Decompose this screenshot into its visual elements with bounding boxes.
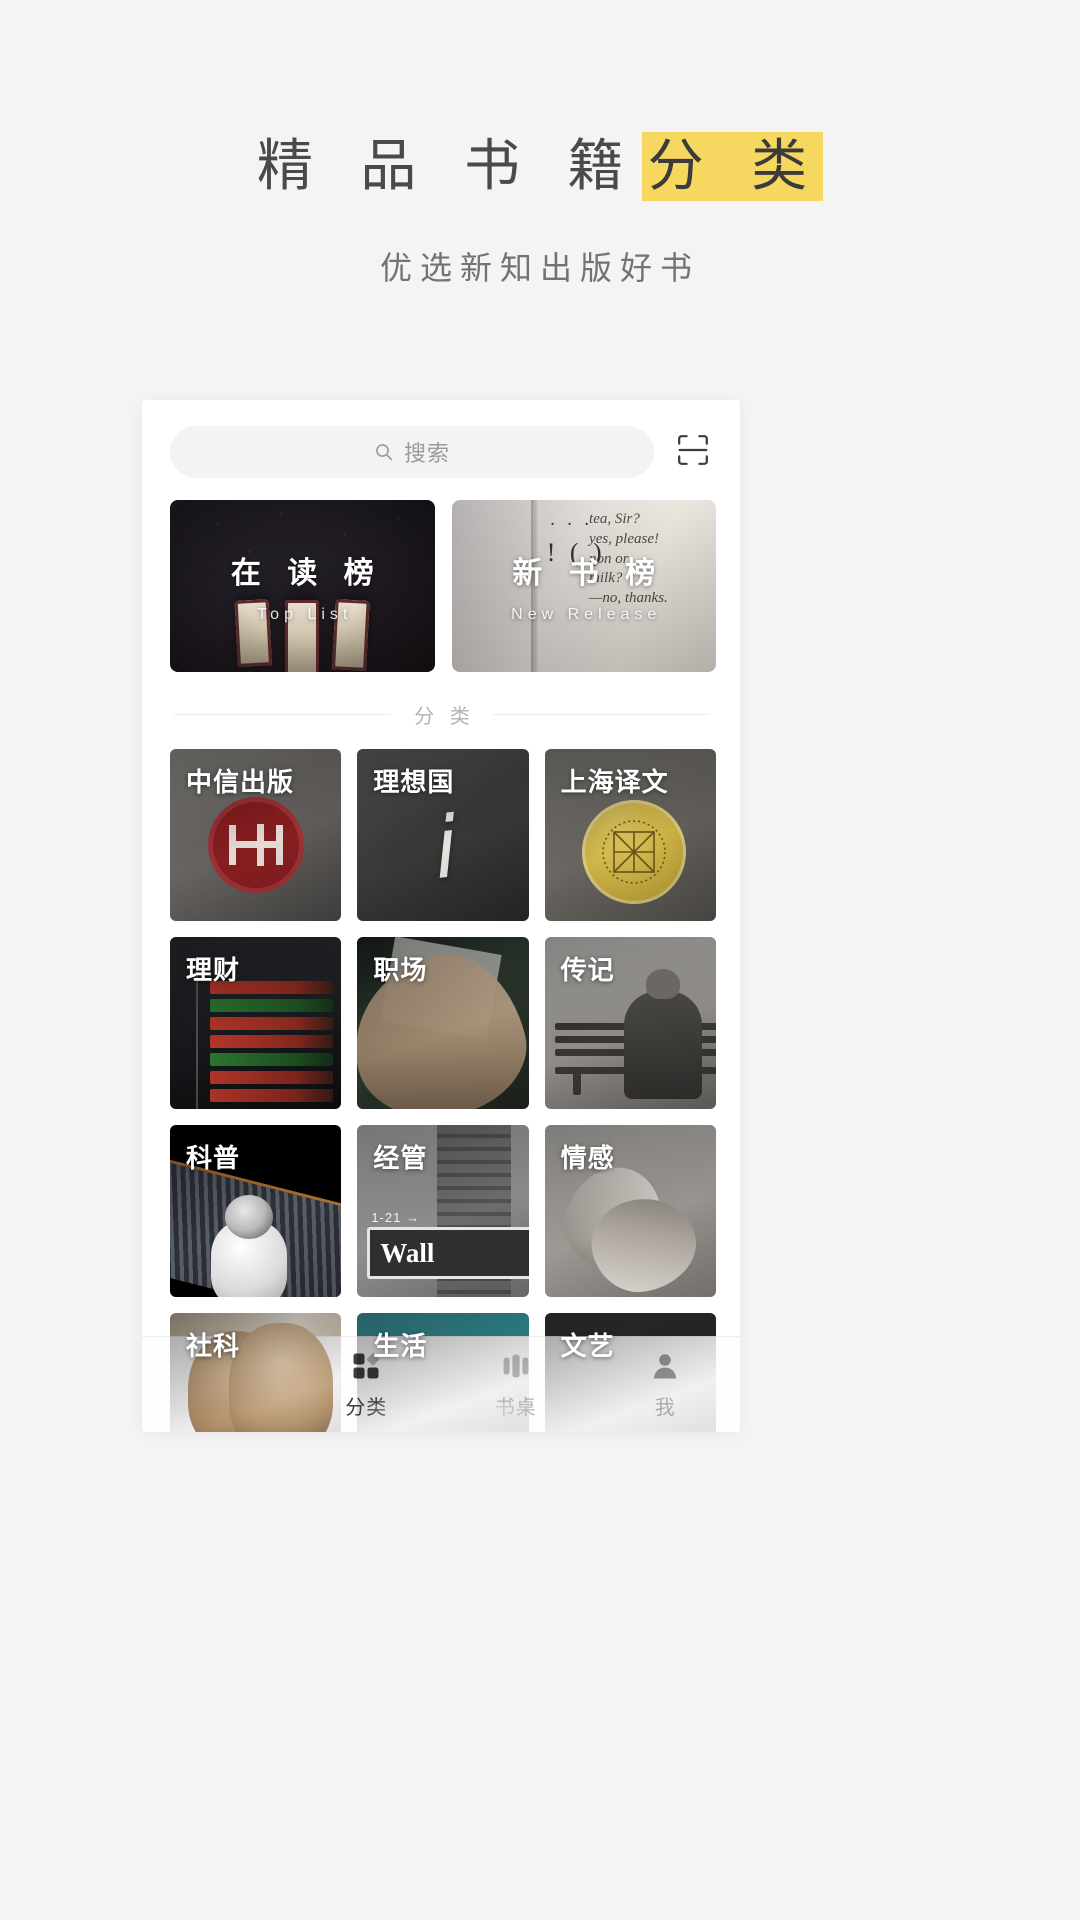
category-tile-licai[interactable]: 理财 [170, 937, 341, 1109]
page-root: 精 品 书 籍分 类 优选新知出版好书 搜索 [0, 0, 1080, 1920]
category-tile-label: 文艺 [561, 1326, 615, 1363]
category-tile-label: 社科 [186, 1326, 240, 1363]
category-tile-shenghuo[interactable]: 生活 [357, 1313, 528, 1432]
banner-new-release-title: 新 书 榜 [503, 548, 664, 592]
banner-top-list-title: 在 读 榜 [222, 548, 383, 592]
category-tile-zhuanji[interactable]: 传记 [545, 937, 716, 1109]
category-tile-kepu[interactable]: 科普 [170, 1125, 341, 1297]
category-tile-label: 生活 [373, 1326, 427, 1363]
category-grid: 中信出版 𝑖 理想国 [142, 749, 740, 1297]
category-tile-jingguan[interactable]: 1-21 → Wall 经管 [357, 1125, 528, 1297]
category-tile-zhichang[interactable]: 职场 [357, 937, 528, 1109]
category-tile-label: 经管 [373, 1138, 427, 1175]
category-tile-shanghai-yiwen[interactable]: 上海译文 [545, 749, 716, 921]
category-tile-label: 上海译文 [561, 762, 669, 799]
category-tile-qinggan[interactable]: 情感 [545, 1125, 716, 1297]
page-title: 精 品 书 籍分 类 [257, 132, 823, 199]
featured-banners: 在 读 榜 Top List · · · ! ( ) tea, Sir? yes… [142, 496, 740, 672]
page-subtitle: 优选新知出版好书 [0, 243, 1080, 289]
category-tile-label: 职场 [373, 950, 427, 987]
page-title-highlight: 分 类 [642, 132, 824, 201]
banner-new-release-subtitle: New Release [506, 606, 661, 624]
category-grid-partial-row: 社科 生活 文艺 [142, 1313, 740, 1432]
person-art [624, 991, 702, 1099]
banner-top-list-subtitle: Top List [252, 606, 352, 624]
search-row: 搜索 [142, 400, 740, 496]
app-screen: 搜索 [142, 400, 740, 1432]
divider-line-right [493, 714, 710, 715]
street-number-art: 1-21 → [371, 1210, 420, 1225]
category-tile-wenyi[interactable]: 文艺 [545, 1313, 716, 1432]
hero-header: 精 品 书 籍分 类 优选新知出版好书 [0, 0, 1080, 289]
category-tile-lixiangguo[interactable]: 𝑖 理想国 [357, 749, 528, 921]
wall-street-sign-text: Wall [380, 1238, 434, 1269]
scan-code-icon [676, 433, 710, 472]
category-section-label: 分 类 [409, 700, 475, 729]
astronaut-art [211, 1221, 287, 1297]
banner-top-list[interactable]: 在 读 榜 Top List [170, 500, 435, 672]
category-tile-label: 传记 [561, 950, 615, 987]
banner-new-release[interactable]: · · · ! ( ) tea, Sir? yes, please! non o… [452, 500, 717, 672]
search-placeholder: 搜索 [404, 436, 450, 468]
page-title-main: 精 品 书 籍 [257, 134, 640, 197]
divider-line-left [174, 714, 391, 715]
wall-street-sign-art: Wall [367, 1227, 528, 1279]
scan-code-button[interactable] [670, 429, 716, 475]
category-tile-sheke[interactable]: 社科 [170, 1313, 341, 1432]
category-tile-zhongxin[interactable]: 中信出版 [170, 749, 341, 921]
category-tile-label: 理想国 [373, 762, 454, 799]
category-tile-label: 中信出版 [186, 762, 294, 799]
search-input[interactable]: 搜索 [170, 426, 654, 478]
category-tile-label: 情感 [561, 1138, 615, 1175]
category-tile-label: 理财 [186, 950, 240, 987]
category-tile-label: 科普 [186, 1138, 240, 1175]
search-icon [374, 442, 394, 462]
category-section-divider: 分 类 [142, 672, 740, 749]
